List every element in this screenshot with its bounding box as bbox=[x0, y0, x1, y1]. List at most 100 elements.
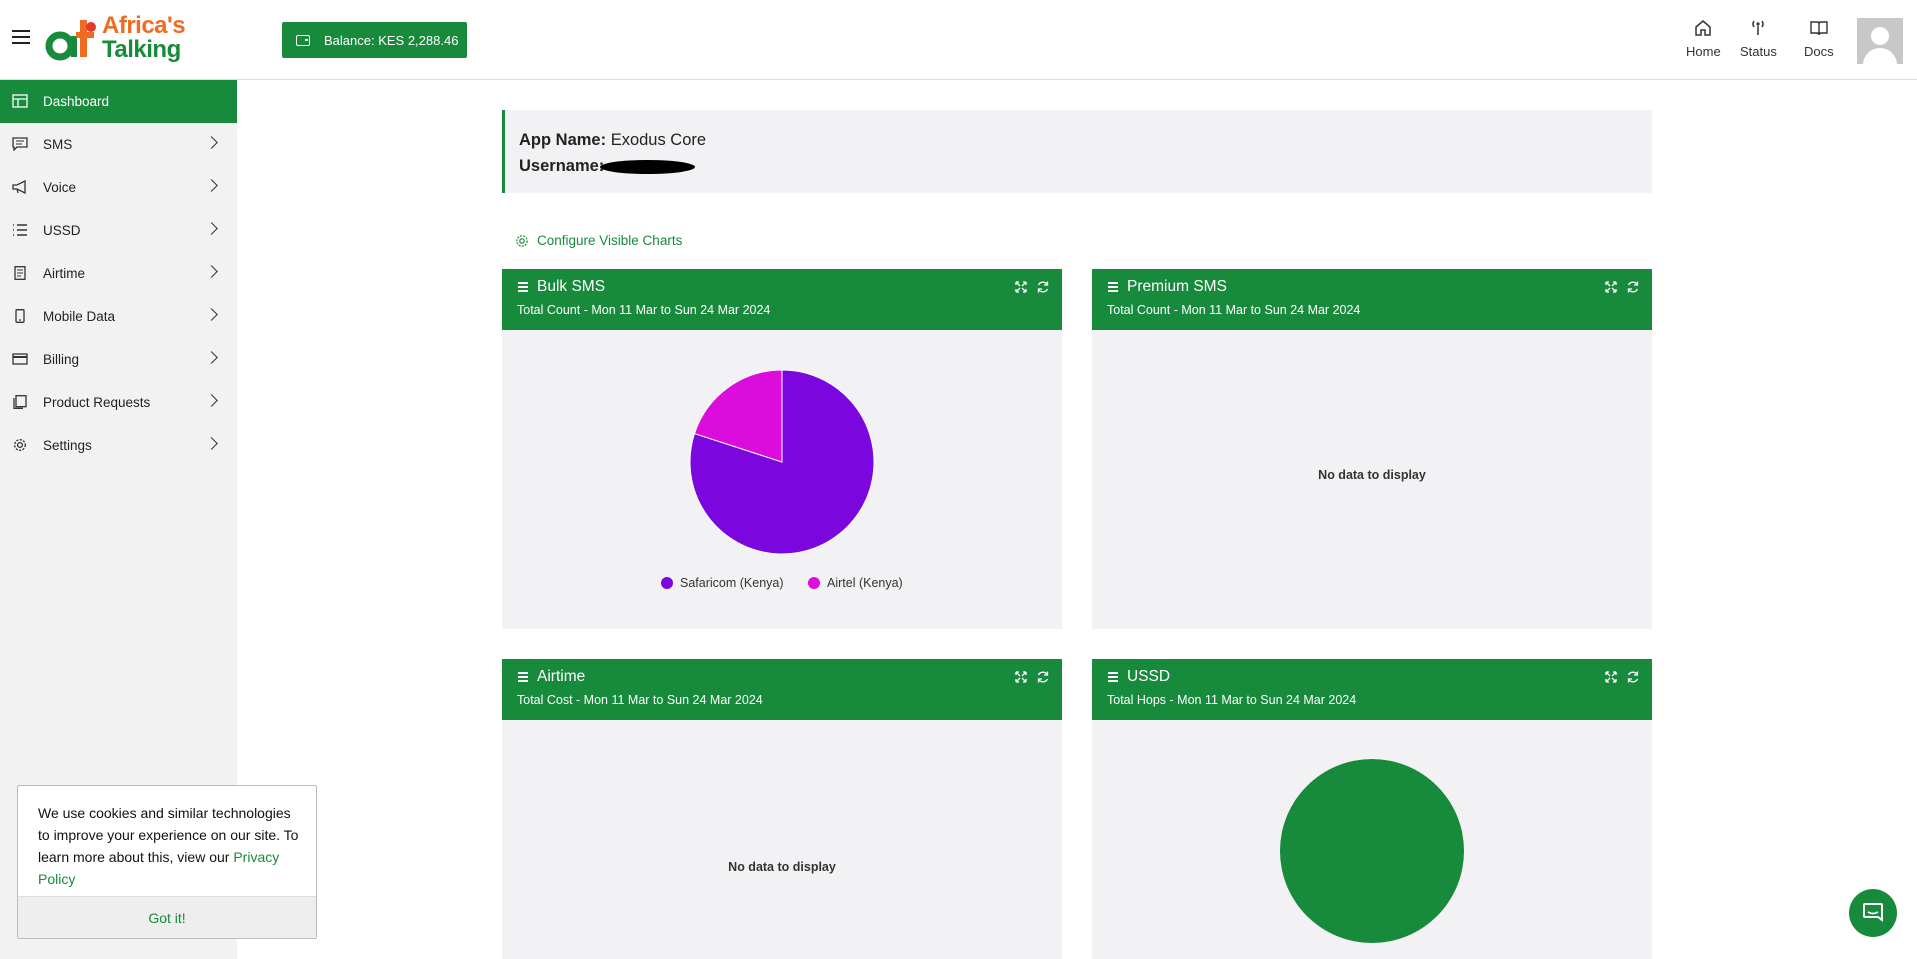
expand-icon[interactable] bbox=[1604, 670, 1618, 684]
message-icon bbox=[12, 137, 28, 151]
chevron-right-icon bbox=[205, 222, 218, 235]
no-data-message: No data to display bbox=[728, 860, 836, 874]
legend-dot bbox=[661, 577, 673, 589]
chevron-right-icon bbox=[205, 351, 218, 364]
ussd-pie-chart bbox=[1280, 759, 1464, 943]
sidebar-item-airtime[interactable]: Airtime bbox=[0, 252, 237, 295]
sidebar-item-product-requests[interactable]: Product Requests bbox=[0, 381, 237, 424]
nav-status[interactable]: Status bbox=[1740, 18, 1777, 59]
refresh-icon[interactable] bbox=[1626, 280, 1640, 294]
expand-icon[interactable] bbox=[1014, 280, 1028, 294]
username-label: Username: bbox=[519, 157, 605, 175]
panel-menu-icon[interactable] bbox=[518, 672, 528, 682]
logo-line-2: Talking bbox=[102, 36, 181, 63]
logo-mark-icon bbox=[45, 20, 96, 61]
logo-wordmark: Africa's Talking bbox=[102, 12, 186, 63]
nav-status-label: Status bbox=[1740, 44, 1777, 59]
sidebar-item-ussd[interactable]: USSD bbox=[0, 209, 237, 252]
nav-home[interactable]: Home bbox=[1686, 18, 1721, 59]
panel-header: Bulk SMS Total Count - Mon 11 Mar to Sun… bbox=[502, 269, 1062, 330]
sidebar-item-label: Mobile Data bbox=[43, 309, 116, 324]
sidebar-item-label: USSD bbox=[43, 223, 81, 238]
configure-charts-label: Configure Visible Charts bbox=[537, 233, 683, 248]
chat-icon bbox=[1863, 903, 1883, 922]
legend-item-safaricom[interactable]: Safaricom (Kenya) bbox=[661, 576, 784, 590]
wallet-icon bbox=[296, 34, 310, 46]
chevron-right-icon bbox=[205, 265, 218, 278]
antenna-icon bbox=[1752, 20, 1765, 35]
panel-title: Premium SMS bbox=[1127, 278, 1227, 295]
balance-button[interactable]: Balance: KES 2,288.46 bbox=[282, 22, 467, 58]
panel-header: USSD Total Hops - Mon 11 Mar to Sun 24 M… bbox=[1092, 659, 1652, 720]
no-data-message: No data to display bbox=[1318, 468, 1426, 482]
nav-docs-label: Docs bbox=[1804, 44, 1834, 59]
legend-item-airtel[interactable]: Airtel (Kenya) bbox=[808, 576, 903, 590]
chevron-right-icon bbox=[205, 394, 218, 407]
top-header: Africa's Talking Balance: KES 2,288.46 H… bbox=[0, 0, 1917, 80]
redacted-username bbox=[600, 159, 696, 174]
app-info-card: App Name: Exodus Core Username: bbox=[502, 110, 1652, 193]
nav-home-label: Home bbox=[1686, 44, 1721, 59]
sidebar-item-label: Billing bbox=[43, 352, 80, 367]
book-icon bbox=[1810, 21, 1828, 36]
bulk-sms-pie-chart bbox=[689, 369, 875, 555]
nav-docs[interactable]: Docs bbox=[1804, 18, 1834, 59]
sidebar-item-label: Voice bbox=[43, 180, 77, 195]
airtime-panel: Airtime Total Cost - Mon 11 Mar to Sun 2… bbox=[502, 659, 1062, 959]
panel-subtitle: Total Hops - Mon 11 Mar to Sun 24 Mar 20… bbox=[1107, 693, 1357, 707]
user-avatar[interactable] bbox=[1857, 18, 1903, 64]
sidebar-item-settings[interactable]: Settings bbox=[0, 424, 237, 467]
sidebar-item-dashboard[interactable]: Dashboard bbox=[0, 80, 237, 123]
configure-charts-link[interactable]: Configure Visible Charts bbox=[515, 233, 682, 248]
cookie-accept-button[interactable]: Got it! bbox=[18, 896, 316, 938]
legend-label: Safaricom (Kenya) bbox=[680, 576, 784, 590]
receipt-icon bbox=[14, 266, 26, 280]
refresh-icon[interactable] bbox=[1036, 280, 1050, 294]
phone-icon bbox=[15, 309, 25, 323]
refresh-icon[interactable] bbox=[1626, 670, 1640, 684]
panel-menu-icon[interactable] bbox=[518, 282, 528, 292]
cookie-banner: We use cookies and similar technologies … bbox=[17, 785, 317, 939]
app-name-value: Exodus Core bbox=[610, 131, 707, 149]
sidebar-item-billing[interactable]: Billing bbox=[0, 338, 237, 381]
username-row: Username: bbox=[519, 153, 1638, 179]
gear-icon bbox=[14, 439, 26, 451]
gear-icon bbox=[516, 234, 528, 247]
chevron-right-icon bbox=[205, 179, 218, 192]
legend-label: Airtel (Kenya) bbox=[827, 576, 903, 590]
sidebar-item-label: Airtime bbox=[43, 266, 86, 281]
panel-title: Airtime bbox=[537, 668, 586, 685]
panel-title: USSD bbox=[1127, 668, 1171, 685]
sidebar-item-label: SMS bbox=[43, 137, 73, 152]
panel-subtitle: Total Count - Mon 11 Mar to Sun 24 Mar 2… bbox=[517, 303, 771, 317]
africas-talking-logo[interactable]: Africa's Talking bbox=[44, 14, 194, 66]
cookie-message: We use cookies and similar technologies … bbox=[38, 802, 303, 890]
sidebar-item-voice[interactable]: Voice bbox=[0, 166, 237, 209]
panel-header: Airtime Total Cost - Mon 11 Mar to Sun 2… bbox=[502, 659, 1062, 720]
sidebar-item-sms[interactable]: SMS bbox=[0, 123, 237, 166]
panel-title: Bulk SMS bbox=[537, 278, 606, 295]
premium-sms-panel: Premium SMS Total Count - Mon 11 Mar to … bbox=[1092, 269, 1652, 629]
home-icon bbox=[1695, 20, 1712, 36]
panel-menu-icon[interactable] bbox=[1108, 672, 1118, 682]
app-name-row: App Name: Exodus Core bbox=[519, 127, 1638, 153]
pie-slice[interactable] bbox=[1280, 759, 1464, 943]
legend-dot bbox=[808, 577, 820, 589]
panel-subtitle: Total Count - Mon 11 Mar to Sun 24 Mar 2… bbox=[1107, 303, 1361, 317]
chevron-right-icon bbox=[205, 308, 218, 321]
chat-launcher-button[interactable] bbox=[1849, 889, 1897, 937]
expand-icon[interactable] bbox=[1014, 670, 1028, 684]
chevron-right-icon bbox=[205, 136, 218, 149]
list-icon bbox=[13, 224, 27, 236]
dashboard-icon bbox=[12, 94, 28, 108]
refresh-icon[interactable] bbox=[1036, 670, 1050, 684]
expand-icon[interactable] bbox=[1604, 280, 1618, 294]
sidebar-item-label: Product Requests bbox=[43, 395, 151, 410]
sidebar-item-mobile-data[interactable]: Mobile Data bbox=[0, 295, 237, 338]
panel-menu-icon[interactable] bbox=[1108, 282, 1118, 292]
panel-header: Premium SMS Total Count - Mon 11 Mar to … bbox=[1092, 269, 1652, 330]
hamburger-menu-icon[interactable] bbox=[12, 30, 30, 44]
logo-line-1: Africa's bbox=[102, 12, 186, 39]
credit-card-icon bbox=[12, 353, 28, 365]
sidebar-item-label: Dashboard bbox=[43, 94, 110, 109]
